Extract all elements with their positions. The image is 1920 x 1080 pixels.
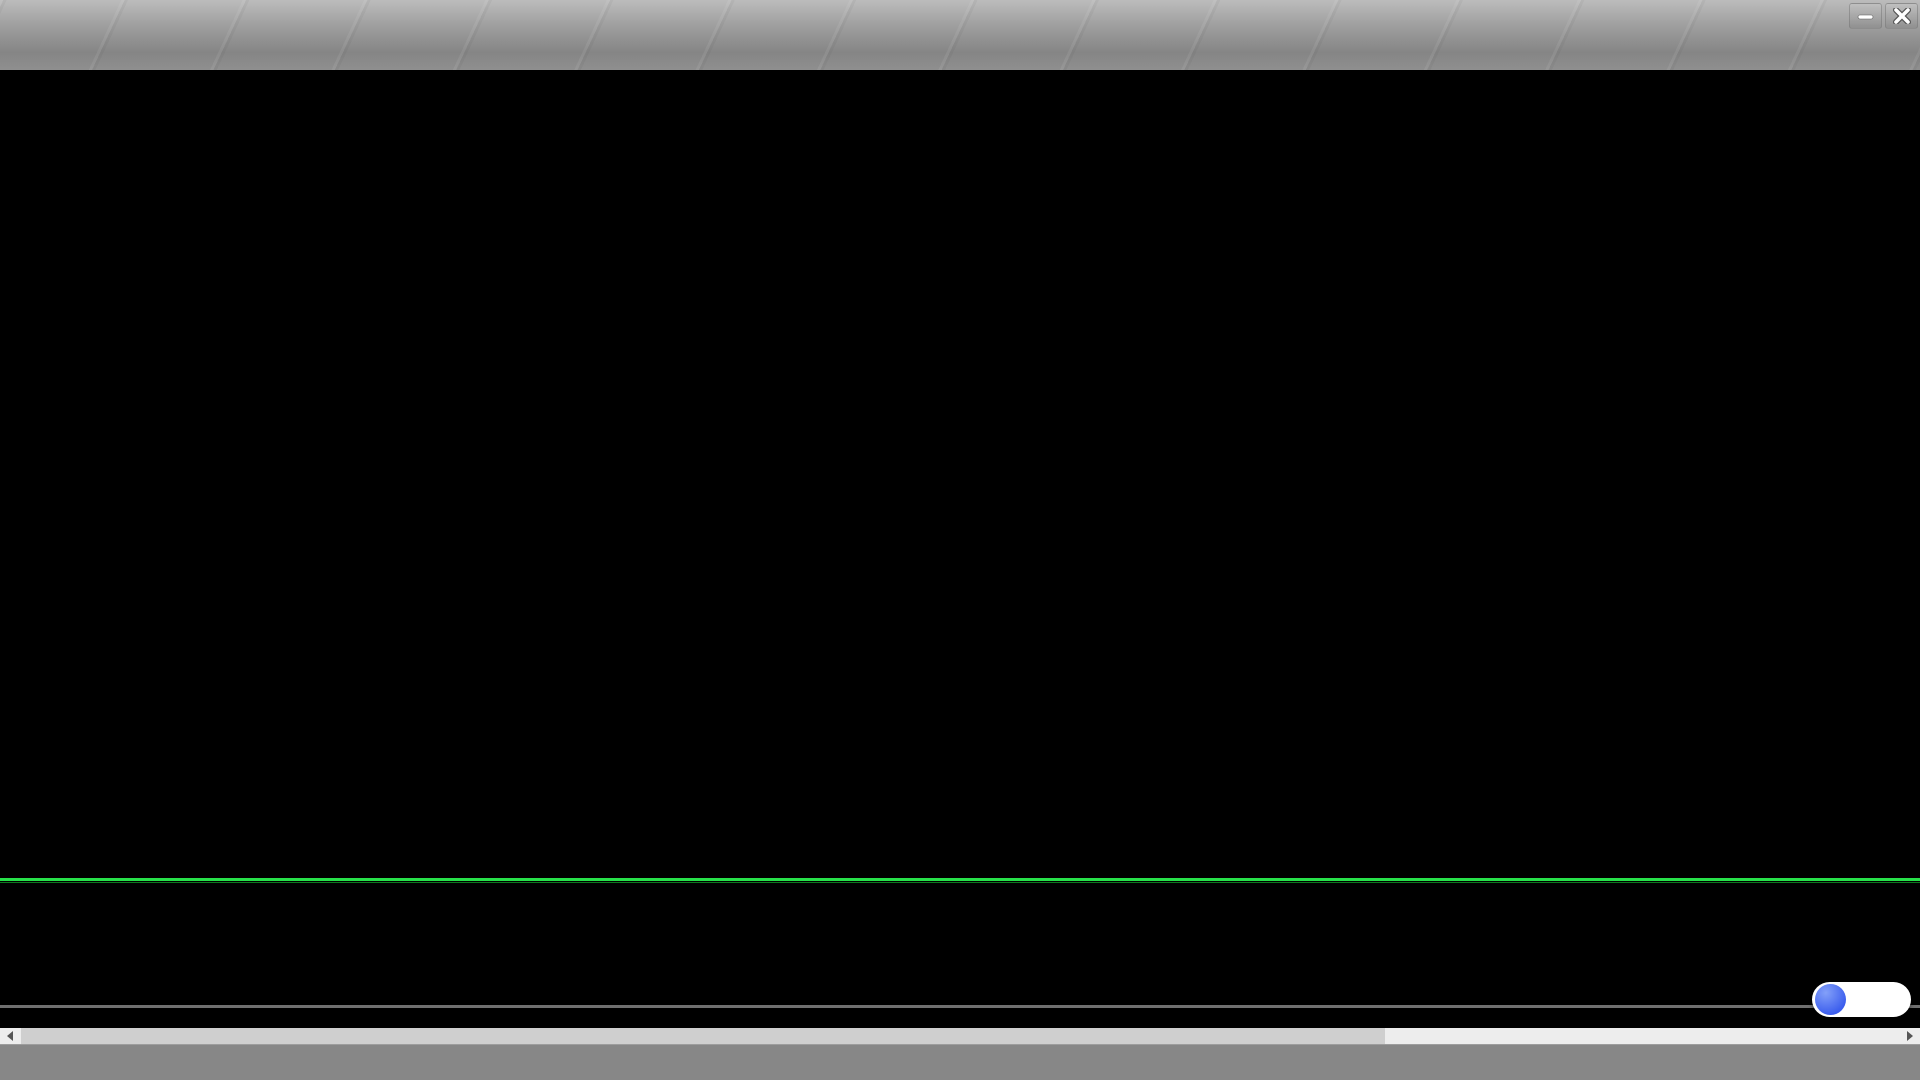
- memory-percent-badge: [1815, 984, 1846, 1015]
- memory-usage-pill: [1812, 982, 1911, 1017]
- thumbnail-panel-bottom-border: [0, 1005, 1920, 1008]
- scrollbar-thumb[interactable]: [21, 1028, 1385, 1044]
- scroll-left-button[interactable]: [0, 1028, 20, 1044]
- status-bar: [0, 1044, 1920, 1080]
- thumbnail-panel-top-border: [0, 878, 1920, 881]
- scroll-right-button[interactable]: [1900, 1028, 1920, 1044]
- scroll-left-icon: [7, 1031, 13, 1041]
- minimize-button[interactable]: [1849, 3, 1882, 29]
- nesting-canvas[interactable]: [334, 73, 1586, 874]
- titlebar-texture: [0, 0, 1920, 70]
- top-toolbar: [0, 0, 1920, 70]
- thumbnail-panel-top-border-inner: [0, 882, 1920, 883]
- close-button[interactable]: [1885, 3, 1918, 29]
- minimize-icon: [1857, 9, 1875, 23]
- horizontal-scrollbar[interactable]: [0, 1028, 1920, 1044]
- scroll-right-icon: [1907, 1031, 1913, 1041]
- piece-thumbnail-strip: [0, 884, 1920, 1005]
- close-icon: [1893, 8, 1911, 24]
